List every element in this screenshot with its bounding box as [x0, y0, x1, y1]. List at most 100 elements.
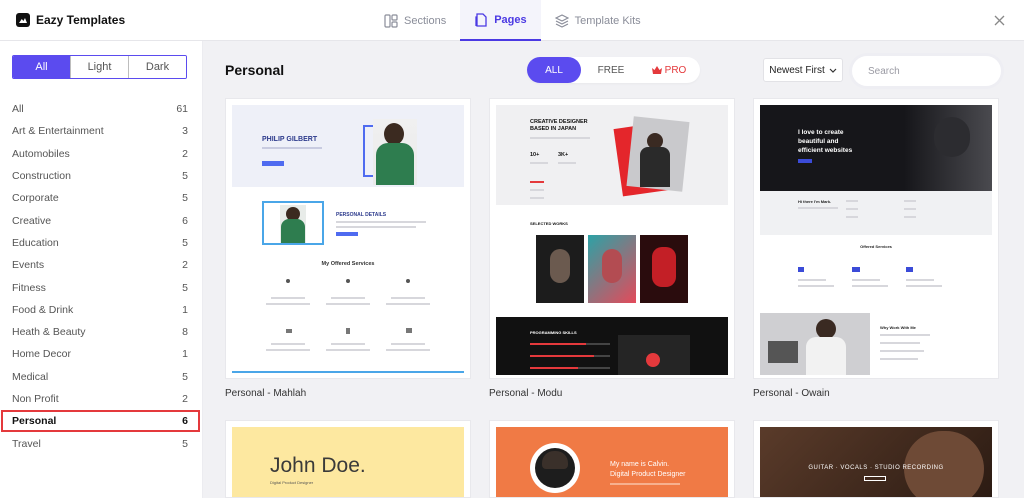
- thumb-hero-line1: I love to create: [798, 129, 844, 136]
- tab-template-kits[interactable]: Template Kits: [541, 0, 655, 41]
- category-count: 61: [176, 103, 188, 116]
- category-events[interactable]: Events 2: [0, 254, 203, 276]
- category-fitness[interactable]: Fitness 5: [0, 276, 203, 298]
- category-count: 5: [182, 437, 188, 450]
- template-card-owain[interactable]: I love to create beautiful and efficient…: [753, 98, 999, 379]
- template-card-modu[interactable]: CREATIVE DESIGNER BASED IN JAPAN 10+ 3K+…: [489, 98, 735, 379]
- category-count: 1: [182, 348, 188, 361]
- category-count: 5: [182, 170, 188, 183]
- category-home-decor[interactable]: Home Decor 1: [0, 343, 203, 365]
- tab-pages[interactable]: Pages: [460, 0, 541, 41]
- category-label: All: [12, 103, 24, 116]
- category-personal[interactable]: Personal 6: [1, 410, 200, 433]
- tab-bar: Sections Pages Template Kits: [370, 0, 655, 41]
- thumb-about-heading: Hi there I'm Mark.: [798, 199, 832, 204]
- category-count: 2: [182, 393, 188, 405]
- category-label: Art & Entertainment: [12, 125, 104, 138]
- category-list: All 61 Art & Entertainment 3 Automobiles 2 …: [0, 98, 203, 455]
- category-count: 5: [182, 192, 188, 205]
- close-button[interactable]: [990, 11, 1008, 29]
- play-icon: [646, 353, 660, 367]
- category-automobiles[interactable]: Automobiles 2: [0, 143, 203, 165]
- category-food-drink[interactable]: Food & Drink 1: [0, 299, 203, 321]
- sort-label: Newest First: [769, 64, 825, 76]
- category-count: 6: [182, 214, 188, 227]
- thumb-subtitle: Digital Product Designer: [270, 480, 314, 485]
- filter-all-button[interactable]: ALL: [527, 57, 581, 83]
- brand-name: Eazy Templates: [36, 13, 126, 27]
- top-bar: Eazy Templates Sections Pages Template K…: [0, 0, 1024, 41]
- thumb-hero-line2: beautiful and: [798, 138, 839, 145]
- category-label: Corporate: [12, 192, 59, 205]
- main-panel: Personal ALL FREE PRO Newest First PHILI…: [203, 41, 1024, 498]
- category-medical[interactable]: Medical 5: [0, 366, 203, 388]
- category-creative[interactable]: Creative 6: [0, 209, 203, 231]
- tab-sections[interactable]: Sections: [370, 0, 460, 41]
- theme-all-button[interactable]: All: [13, 56, 70, 78]
- sections-icon: [384, 13, 398, 28]
- category-education[interactable]: Education 5: [0, 232, 203, 254]
- thumb-name: John Doe.: [270, 454, 366, 477]
- chevron-down-icon: [829, 68, 837, 73]
- filter-free-button[interactable]: FREE: [581, 57, 641, 83]
- filter-pro-label: PRO: [664, 64, 687, 76]
- thumb-hero-line1: CREATIVE DESIGNER: [530, 119, 588, 125]
- thumb-skills-heading: PROGRAMMING SKILLS: [530, 330, 577, 335]
- template-card-john-doe[interactable]: John Doe. Digital Product Designer: [225, 420, 471, 498]
- thumb-line2: Digital Product Designer: [610, 471, 686, 478]
- thumb-works-heading: SELECTED WORKS: [530, 221, 568, 226]
- category-corporate[interactable]: Corporate 5: [0, 187, 203, 209]
- thumb-headline: GUITAR · VOCALS · STUDIO RECORDING: [808, 465, 944, 471]
- template-card-calvin[interactable]: My name is Calvin. Digital Product Desig…: [489, 420, 735, 498]
- category-label: Events: [12, 259, 45, 272]
- pages-icon: [475, 12, 487, 27]
- card-label-mahlah: Personal - Mahlah: [225, 388, 307, 399]
- filter-pro-button[interactable]: PRO: [641, 57, 697, 83]
- category-construction[interactable]: Construction 5: [0, 165, 203, 187]
- category-label: Heath & Beauty: [12, 326, 86, 339]
- search-input[interactable]: [852, 56, 1001, 86]
- theme-filter: All Light Dark: [12, 55, 187, 79]
- category-art-entertainment[interactable]: Art & Entertainment 3: [0, 120, 203, 142]
- category-count: 2: [182, 259, 188, 272]
- tab-template-kits-label: Template Kits: [574, 14, 641, 27]
- card-label-owain: Personal - Owain: [753, 388, 830, 399]
- category-travel[interactable]: Travel 5: [0, 432, 203, 454]
- category-count: 5: [182, 236, 188, 249]
- theme-dark-button[interactable]: Dark: [128, 56, 186, 78]
- thumb-stat1: 10+: [530, 152, 540, 158]
- page-title: Personal: [225, 62, 285, 78]
- thumb-services-heading: Offered Services: [860, 244, 892, 249]
- thumb-hero: [232, 105, 464, 187]
- theme-light-button[interactable]: Light: [70, 56, 128, 78]
- category-count: 8: [182, 326, 188, 339]
- category-label: Home Decor: [12, 348, 71, 361]
- thumb-details-heading: PERSONAL DETAILS: [336, 212, 387, 218]
- category-label: Travel: [12, 437, 41, 450]
- pricing-filter: ALL FREE PRO: [527, 57, 700, 83]
- sidebar: All Light Dark All 61 Art & Entertainment…: [0, 41, 203, 498]
- category-all[interactable]: All 61: [0, 98, 203, 120]
- category-count: 5: [182, 370, 188, 383]
- category-label: Creative: [12, 214, 52, 227]
- thumb-services-heading: My Offered Services: [321, 261, 375, 267]
- thumb-hero-name: PHILIP GILBERT: [262, 136, 318, 143]
- category-label: Non Profit: [12, 393, 59, 405]
- template-card-guitar[interactable]: GUITAR · VOCALS · STUDIO RECORDING: [753, 420, 999, 498]
- thumb-why-heading: Why Work With Me: [880, 325, 916, 330]
- category-count: 1: [182, 303, 188, 316]
- category-label: Construction: [12, 170, 71, 183]
- category-label: Medical: [12, 370, 49, 383]
- category-label: Fitness: [12, 281, 46, 294]
- card-label-modu: Personal - Modu: [489, 388, 563, 399]
- close-icon: [994, 15, 1004, 25]
- thumb-hero-line2: BASED IN JAPAN: [530, 126, 577, 132]
- sort-dropdown[interactable]: Newest First: [763, 58, 843, 82]
- category-heath-beauty[interactable]: Heath & Beauty 8: [0, 321, 203, 343]
- category-non-profit[interactable]: Non Profit 2: [0, 388, 203, 410]
- brand-logo-icon: [16, 13, 30, 27]
- template-card-mahlah[interactable]: PHILIP GILBERT PERSONAL DETAILS My Offer…: [225, 98, 471, 379]
- thumb-hero-line3: efficient websites: [798, 147, 853, 154]
- tab-sections-label: Sections: [404, 14, 447, 27]
- crown-icon: [651, 66, 662, 74]
